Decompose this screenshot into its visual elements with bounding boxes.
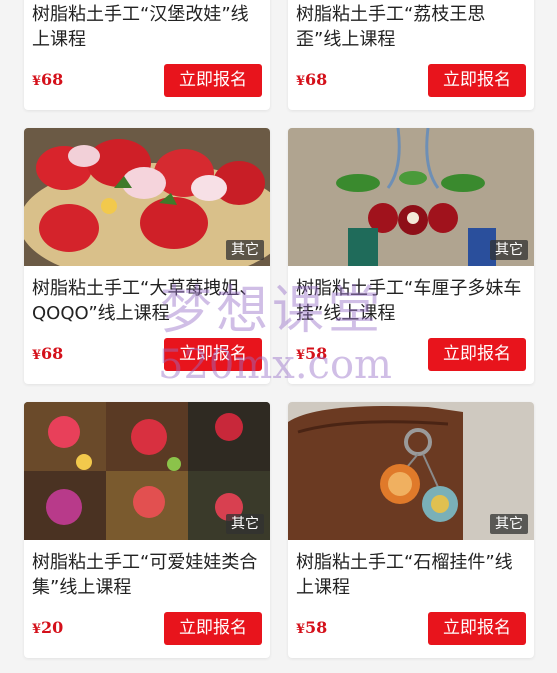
course-title[interactable]: 树脂粘土手工“石榴挂件”线上课程 bbox=[296, 550, 528, 600]
price-value: 20 bbox=[41, 618, 64, 637]
price-value: 68 bbox=[41, 344, 64, 363]
course-thumbnail[interactable]: 其它 bbox=[24, 128, 270, 266]
course-card[interactable]: 其它 树脂粘土手工“石榴挂件”线上课程 ¥58 立即报名 bbox=[288, 402, 534, 658]
course-title[interactable]: 树脂粘土手工“汉堡改娃”线上课程 bbox=[32, 2, 264, 52]
enroll-button[interactable]: 立即报名 bbox=[164, 612, 262, 645]
price-value: 68 bbox=[305, 70, 328, 89]
course-thumbnail[interactable]: 其它 bbox=[288, 128, 534, 266]
category-tag: 其它 bbox=[226, 514, 264, 534]
course-price: ¥68 bbox=[32, 344, 63, 363]
currency-symbol: ¥ bbox=[296, 348, 306, 363]
course-grid: 树脂粘土手工“汉堡改娃”线上课程 ¥68 立即报名 树脂粘土手工“荔枝王思歪”线… bbox=[0, 0, 557, 673]
price-value: 58 bbox=[305, 344, 328, 363]
course-card[interactable]: 其它 树脂粘土手工“车厘子多妹车挂”线上课程 ¥58 立即报名 bbox=[288, 128, 534, 384]
course-title[interactable]: 树脂粘土手工“荔枝王思歪”线上课程 bbox=[296, 2, 528, 52]
course-price: ¥20 bbox=[32, 618, 63, 637]
price-value: 68 bbox=[41, 70, 64, 89]
course-title[interactable]: 树脂粘土手工“车厘子多妹车挂”线上课程 bbox=[296, 276, 528, 326]
course-price: ¥68 bbox=[32, 70, 63, 89]
course-thumbnail[interactable]: 其它 bbox=[288, 402, 534, 540]
course-price: ¥58 bbox=[296, 344, 327, 363]
enroll-button[interactable]: 立即报名 bbox=[428, 64, 526, 97]
enroll-button[interactable]: 立即报名 bbox=[428, 612, 526, 645]
price-value: 58 bbox=[305, 618, 328, 637]
course-price: ¥68 bbox=[296, 70, 327, 89]
currency-symbol: ¥ bbox=[296, 74, 306, 89]
course-price: ¥58 bbox=[296, 618, 327, 637]
currency-symbol: ¥ bbox=[32, 622, 42, 637]
course-title[interactable]: 树脂粘土手工“大草莓拽姐、QOQO”线上课程 bbox=[32, 276, 264, 326]
course-card[interactable]: 其它 树脂粘土手工“大草莓拽姐、QOQO”线上课程 ¥68 立即报名 bbox=[24, 128, 270, 384]
course-card[interactable]: 树脂粘土手工“汉堡改娃”线上课程 ¥68 立即报名 bbox=[24, 0, 270, 110]
enroll-button[interactable]: 立即报名 bbox=[428, 338, 526, 371]
course-card[interactable]: 树脂粘土手工“荔枝王思歪”线上课程 ¥68 立即报名 bbox=[288, 0, 534, 110]
category-tag: 其它 bbox=[490, 240, 528, 260]
course-thumbnail[interactable]: 其它 bbox=[24, 402, 270, 540]
currency-symbol: ¥ bbox=[32, 348, 42, 363]
course-title[interactable]: 树脂粘土手工“可爱娃娃类合集”线上课程 bbox=[32, 550, 264, 600]
category-tag: 其它 bbox=[490, 514, 528, 534]
currency-symbol: ¥ bbox=[32, 74, 42, 89]
enroll-button[interactable]: 立即报名 bbox=[164, 64, 262, 97]
category-tag: 其它 bbox=[226, 240, 264, 260]
course-card[interactable]: 其它 树脂粘土手工“可爱娃娃类合集”线上课程 ¥20 立即报名 bbox=[24, 402, 270, 658]
currency-symbol: ¥ bbox=[296, 622, 306, 637]
enroll-button[interactable]: 立即报名 bbox=[164, 338, 262, 371]
